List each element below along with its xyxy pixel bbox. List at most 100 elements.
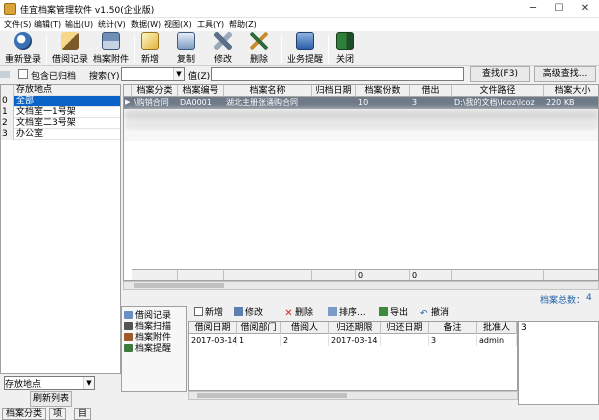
memo-box[interactable]: 3 <box>518 321 599 405</box>
borrow-grid: 借阅日期 借阅部门 借阅人 归还期限 归还日期 备注 批准人 2017-03-14 1 2 201… <box>188 321 518 391</box>
edit-button[interactable]: 修改 <box>210 32 236 65</box>
column-header[interactable]: 备注 <box>429 322 477 334</box>
column-header[interactable]: 借出 <box>410 85 452 97</box>
dropdown-arrow-icon[interactable]: ▼ <box>83 377 94 389</box>
column-header[interactable]: 借阅部门 <box>237 322 281 334</box>
table-row-selected[interactable]: ▶ \购销合同 DA0001 湖北主册张涌购合同 10 3 D:\我的文档\Icoz\Ic… <box>124 97 598 109</box>
table-row-blurred[interactable] <box>124 131 598 141</box>
location-list-item[interactable]: 3 办公室 <box>1 129 120 140</box>
footer-cell <box>452 269 544 280</box>
attachment-button[interactable]: 档案附件 <box>91 32 131 65</box>
tab-archive-attach[interactable]: 档案附件 <box>124 333 171 344</box>
table-cell: 1 <box>237 335 281 346</box>
reminder-icon <box>296 32 314 50</box>
location-header-label: 存放地点 <box>16 85 53 95</box>
tab-item[interactable]: 项 <box>49 408 67 420</box>
sub-edit-button[interactable]: 修改 <box>234 307 263 320</box>
menu-output[interactable]: 输出(U) <box>65 19 93 30</box>
new-document-icon <box>141 32 159 50</box>
menu-edit[interactable]: 编辑(T) <box>34 19 61 30</box>
menu-stats[interactable]: 统计(V) <box>98 19 126 30</box>
column-header[interactable]: 档案份数 <box>356 85 410 97</box>
business-reminder-button[interactable]: 业务提醒 <box>285 32 325 65</box>
location-filter-select[interactable]: 存放地点 ▼ <box>4 376 95 390</box>
scrollbar-thumb[interactable] <box>197 393 347 398</box>
column-header[interactable]: 档案分类 <box>132 85 178 97</box>
delete-x-icon: ✕ <box>284 308 293 319</box>
footer-cell: 0 <box>356 269 410 280</box>
column-header[interactable]: 文件路径 <box>452 85 544 97</box>
column-header[interactable]: 档案名称 <box>224 85 312 97</box>
search-field-select[interactable]: ▼ <box>121 67 185 81</box>
column-header[interactable]: 归还期限 <box>329 322 381 334</box>
include-archived-checkbox[interactable] <box>18 69 28 79</box>
remind-icon <box>124 344 133 352</box>
sub-toolbar: 新增 修改 ✕ 删除 排序... 导出 ↶ 撤消 <box>188 306 518 321</box>
refresh-list-button[interactable]: 刷新列表 <box>30 391 72 407</box>
search-field-label: 搜索(Y) <box>89 72 120 82</box>
menu-help[interactable]: 帮助(Z) <box>229 19 257 30</box>
sub-delete-label: 删除 <box>295 308 314 318</box>
column-header[interactable]: 借阅日期 <box>189 322 237 334</box>
sub-undo-button[interactable]: ↶ 撤消 <box>420 307 449 320</box>
borrow-record-button[interactable]: 借阅记录 <box>50 32 90 65</box>
menu-data[interactable]: 数据(W) <box>131 19 161 30</box>
row-indicator-icon: ▶ <box>125 98 131 106</box>
tab-archive-scan[interactable]: 档案扫描 <box>124 322 171 333</box>
relogin-button[interactable]: 重新登录 <box>3 32 43 65</box>
location-list-item[interactable]: 1 文档室一1号架 <box>1 107 120 118</box>
column-header[interactable]: 归还日期 <box>381 322 429 334</box>
tab-borrow-records[interactable]: 借阅记录 <box>124 311 171 322</box>
dropdown-arrow-icon[interactable]: ▼ <box>173 68 184 80</box>
menu-view[interactable]: 视图(X) <box>164 19 192 30</box>
column-header[interactable]: 批准人 <box>477 322 517 334</box>
tab-label: 档案扫描 <box>135 322 172 332</box>
tab-archive-category[interactable]: 档案分类 <box>2 408 47 420</box>
value-label: 值(Z) <box>188 72 211 82</box>
maximize-button[interactable]: ☐ <box>546 0 572 18</box>
column-header[interactable]: 归档日期 <box>312 85 356 97</box>
close-button[interactable]: 关闭 <box>332 32 358 65</box>
add-button[interactable]: 新增 <box>137 32 163 65</box>
sub-delete-button[interactable]: ✕ 删除 <box>284 307 313 320</box>
table-cell <box>312 97 356 109</box>
table-row-blurred[interactable] <box>124 122 598 130</box>
copy-button[interactable]: 复制 <box>173 32 199 65</box>
scrollbar-thumb[interactable] <box>134 283 224 288</box>
column-header[interactable]: 档案大小 <box>544 85 598 97</box>
sub-add-button[interactable]: 新增 <box>194 307 223 320</box>
table-row-blurred[interactable] <box>124 109 598 121</box>
column-header[interactable]: 档案编号 <box>178 85 224 97</box>
advanced-find-button[interactable]: 高级查找... <box>534 66 596 82</box>
menu-tools[interactable]: 工具(Y) <box>197 19 224 30</box>
sub-horizontal-scrollbar[interactable] <box>188 391 518 400</box>
row-number: 1 <box>1 107 14 118</box>
find-button[interactable]: 查找(F3) <box>470 66 530 82</box>
delete-button[interactable]: 删除 <box>246 32 272 65</box>
table-cell: admin <box>477 335 517 346</box>
tab-label: 档案提醒 <box>135 344 172 354</box>
location-list-item[interactable]: 2 文档室二3号架 <box>1 118 120 129</box>
minimize-button[interactable]: ─ <box>520 0 546 18</box>
edit-label: 修改 <box>213 55 232 65</box>
menu-file[interactable]: 文件(S) <box>4 19 31 30</box>
column-header[interactable]: 借阅人 <box>281 322 329 334</box>
location-list-item[interactable]: 0 全部 <box>1 96 120 107</box>
tab-catalog[interactable]: 目 <box>74 408 92 420</box>
scan-icon <box>124 322 133 330</box>
relogin-label: 重新登录 <box>4 55 41 65</box>
table-cell: 3 <box>412 98 418 107</box>
footer-cell <box>224 269 312 280</box>
search-value-input[interactable] <box>211 67 464 81</box>
sub-sort-button[interactable]: 排序... <box>328 307 366 320</box>
tab-label: 档案附件 <box>135 333 172 343</box>
business-reminder-label: 业务提醒 <box>286 55 323 65</box>
edit-icon <box>234 307 243 316</box>
sub-export-button[interactable]: 导出 <box>379 307 408 320</box>
horizontal-scrollbar[interactable] <box>123 281 599 290</box>
tab-archive-remind[interactable]: 档案提醒 <box>124 344 171 355</box>
sort-icon <box>328 307 337 316</box>
sub-add-label: 新增 <box>205 308 224 318</box>
location-filter-value: 存放地点 <box>5 380 42 390</box>
close-window-button[interactable]: ✕ <box>572 0 598 18</box>
